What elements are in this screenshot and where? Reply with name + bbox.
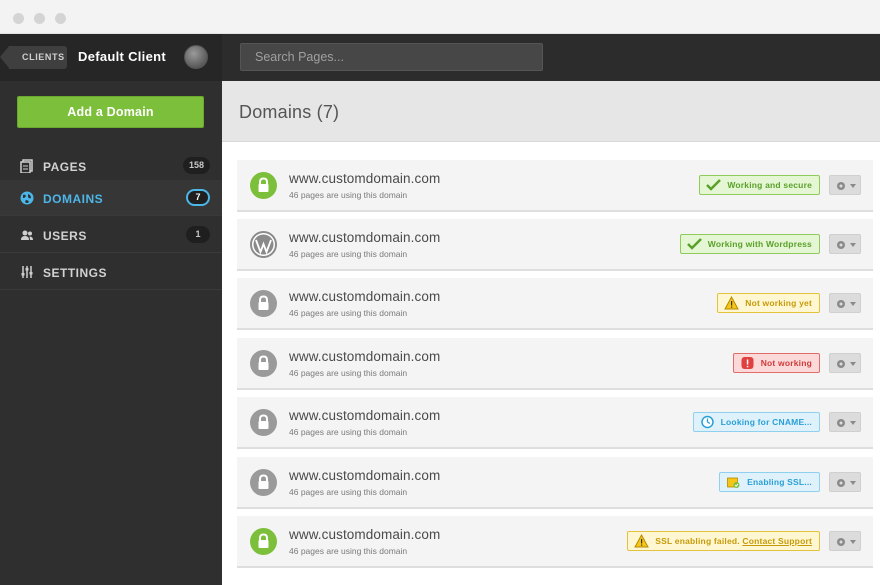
domain-list: www.customdomain.com 46 pages are using … (222, 142, 880, 585)
domain-row[interactable]: www.customdomain.com 46 pages are using … (237, 160, 873, 212)
sidebar-item-users[interactable]: USERS 1 (0, 217, 222, 253)
sidebar-item-label: DOMAINS (43, 192, 104, 206)
sidebar: CLIENTS Default Client Add a Domain PAGE… (0, 34, 222, 585)
client-name: Default Client (78, 49, 166, 64)
gear-icon (837, 419, 856, 427)
pages-count-badge: 158 (182, 157, 210, 174)
lock-icon (250, 528, 277, 555)
status-text: Enabling SSL... (747, 477, 812, 487)
domain-usage: 46 pages are using this domain (289, 427, 408, 437)
lock-icon (250, 350, 277, 377)
window-titlebar (0, 0, 880, 34)
lock-icon (250, 409, 277, 436)
window-maximize-dot[interactable] (55, 13, 66, 24)
sidebar-item-label: SETTINGS (43, 266, 108, 280)
window-minimize-dot[interactable] (34, 13, 45, 24)
gear-icon (837, 538, 856, 546)
sidebar-item-domains[interactable]: DOMAINS 7 (0, 180, 222, 216)
content-header: Domains (7) (222, 81, 880, 142)
warning-icon (724, 296, 740, 310)
domains-count-badge: 7 (186, 189, 210, 206)
gear-icon (837, 479, 856, 487)
gear-icon (837, 241, 856, 249)
gear-icon (837, 300, 856, 308)
domain-name[interactable]: www.customdomain.com (289, 289, 440, 304)
globe-icon (20, 191, 34, 205)
domain-name[interactable]: www.customdomain.com (289, 349, 440, 364)
domain-row[interactable]: www.customdomain.com 46 pages are using … (237, 457, 873, 509)
warning-icon (634, 534, 650, 548)
lock-icon (250, 469, 277, 496)
domain-usage: 46 pages are using this domain (289, 546, 408, 556)
status-badge: Enabling SSL... (719, 472, 820, 492)
domain-row[interactable]: www.customdomain.com 46 pages are using … (237, 338, 873, 390)
status-badge: Not working yet (717, 293, 820, 313)
domain-name[interactable]: www.customdomain.com (289, 408, 440, 423)
domain-usage: 46 pages are using this domain (289, 249, 408, 259)
add-domain-button[interactable]: Add a Domain (17, 96, 204, 128)
gear-icon (837, 360, 856, 368)
domain-usage: 46 pages are using this domain (289, 308, 408, 318)
domain-usage: 46 pages are using this domain (289, 190, 408, 200)
sidebar-item-pages[interactable]: PAGES 158 (0, 148, 222, 184)
domain-settings-button[interactable] (829, 293, 861, 313)
contact-support-link[interactable]: Contact Support (742, 536, 812, 546)
domain-name[interactable]: www.customdomain.com (289, 171, 440, 186)
pages-icon (20, 159, 33, 173)
search-input[interactable] (240, 43, 543, 71)
domain-settings-button[interactable] (829, 234, 861, 254)
top-bar (222, 34, 880, 81)
page-title: Domains (7) (239, 102, 340, 122)
check-icon (686, 238, 702, 250)
domain-settings-button[interactable] (829, 353, 861, 373)
domain-settings-button[interactable] (829, 175, 861, 195)
sidebar-header: CLIENTS Default Client (0, 34, 222, 81)
domain-usage: 46 pages are using this domain (289, 487, 408, 497)
sidebar-item-label: PAGES (43, 160, 87, 174)
domain-settings-button[interactable] (829, 472, 861, 492)
users-count-badge: 1 (186, 226, 210, 243)
gear-icon (837, 182, 856, 190)
domain-row[interactable]: www.customdomain.com 46 pages are using … (237, 278, 873, 330)
clients-back-button[interactable]: CLIENTS (0, 46, 67, 69)
status-text: Not working (760, 358, 812, 368)
status-text: Working with Wordpress (707, 239, 812, 249)
sidebar-item-settings[interactable]: SETTINGS (0, 254, 222, 290)
status-badge: Looking for CNAME... (692, 412, 820, 432)
domain-row[interactable]: www.customdomain.com 46 pages are using … (237, 397, 873, 449)
domain-name[interactable]: www.customdomain.com (289, 527, 440, 542)
sliders-icon (21, 266, 33, 278)
status-text: Working and secure (727, 180, 812, 190)
lock-icon (250, 290, 277, 317)
clock-icon (700, 415, 714, 429)
lock-icon (250, 172, 277, 199)
sidebar-item-label: USERS (43, 229, 87, 243)
domain-settings-button[interactable] (829, 412, 861, 432)
status-badge: SSL enabling failed. Contact Support (627, 531, 820, 551)
domain-usage: 46 pages are using this domain (289, 368, 408, 378)
status-text: Not working yet (745, 298, 812, 308)
domain-name[interactable]: www.customdomain.com (289, 468, 440, 483)
error-icon (741, 357, 754, 369)
status-badge: Working with Wordpress (679, 234, 820, 254)
status-badge: Working and secure (699, 175, 820, 195)
domain-settings-button[interactable] (829, 531, 861, 551)
wordpress-icon (250, 231, 277, 258)
users-icon (21, 230, 33, 240)
status-text: SSL enabling failed. (655, 536, 740, 546)
status-badge: Not working (732, 353, 820, 373)
window-close-dot[interactable] (13, 13, 24, 24)
domain-row[interactable]: www.customdomain.com 46 pages are using … (237, 516, 873, 568)
avatar[interactable] (184, 45, 208, 69)
ssl-icon (727, 477, 740, 488)
domain-name[interactable]: www.customdomain.com (289, 230, 440, 245)
domain-row[interactable]: www.customdomain.com 46 pages are using … (237, 219, 873, 271)
status-text: Looking for CNAME... (720, 417, 812, 427)
check-icon (706, 179, 722, 191)
